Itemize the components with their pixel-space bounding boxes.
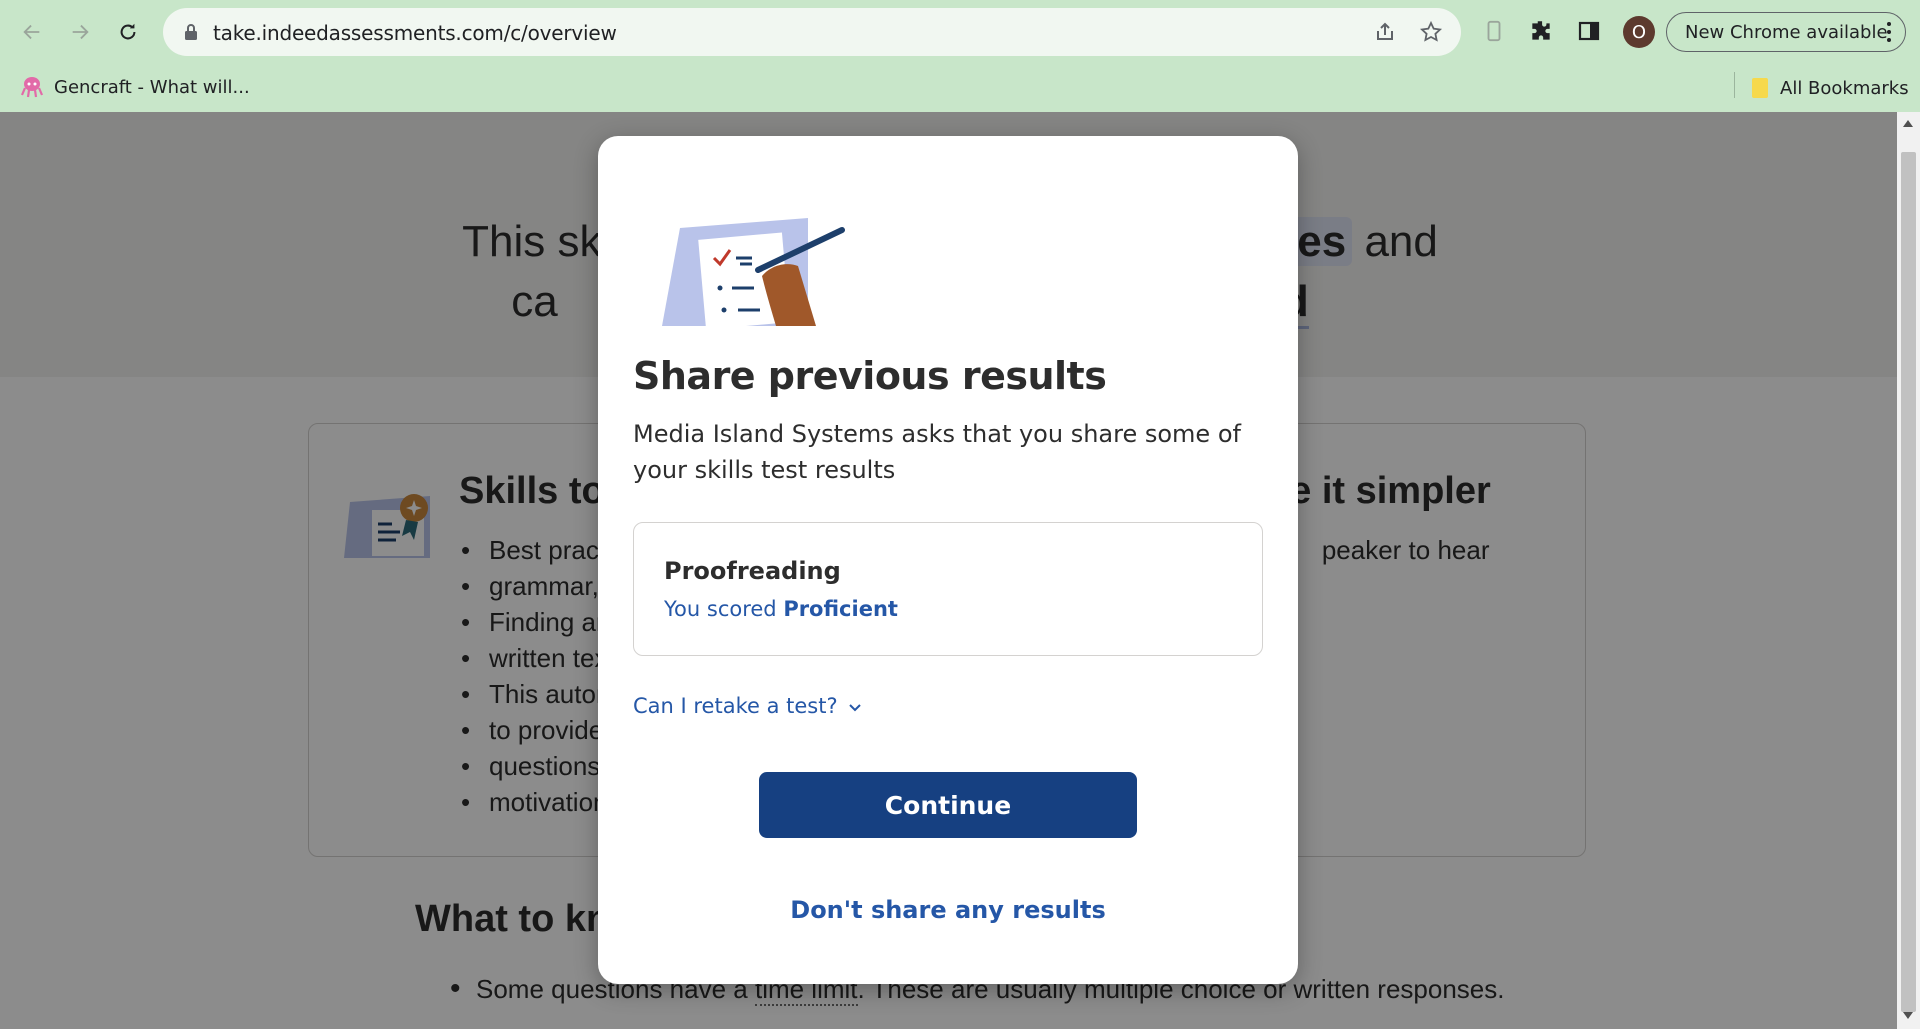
all-bookmarks-button[interactable]: All Bookmarks (1750, 76, 1909, 100)
profile-avatar[interactable]: O (1623, 16, 1655, 48)
chrome-update-button[interactable]: New Chrome available (1666, 12, 1906, 52)
menu-dots-icon[interactable] (1887, 22, 1893, 42)
bookmarks-separator (1734, 72, 1735, 98)
extensions-puzzle-icon[interactable] (1528, 18, 1554, 44)
result-card: Proofreading You scored Proficient (633, 522, 1263, 656)
scrollbar-thumb[interactable] (1901, 152, 1916, 1012)
share-icon[interactable] (1373, 20, 1397, 44)
share-results-dialog: Share previous results Media Island Syst… (598, 136, 1298, 984)
forward-arrow-icon (72, 24, 89, 40)
side-panel-icon[interactable] (1576, 18, 1602, 44)
octopus-icon (20, 77, 44, 98)
dont-share-button[interactable]: Don't share any results (598, 896, 1298, 924)
bookmarks-bar: Gencraft - What will... All Bookmarks (0, 64, 1920, 112)
retake-label: Can I retake a test? (633, 694, 838, 718)
lock-icon (185, 24, 197, 40)
phone-icon[interactable] (1481, 18, 1507, 44)
scroll-down-icon[interactable] (1903, 1012, 1913, 1019)
back-arrow-icon (23, 24, 40, 40)
continue-button[interactable]: Continue (759, 772, 1137, 838)
all-bookmarks-label: All Bookmarks (1780, 77, 1909, 99)
retake-faq-toggle[interactable]: Can I retake a test? (633, 694, 862, 718)
browser-toolbar: take.indeedassessments.com/c/overview O … (0, 0, 1920, 64)
reload-button[interactable] (110, 14, 146, 50)
result-score: You scored Proficient (664, 597, 898, 621)
chevron-down-icon (848, 704, 861, 712)
page-scrollbar[interactable] (1897, 112, 1920, 1029)
forward-button[interactable] (62, 14, 98, 50)
browser-chrome: take.indeedassessments.com/c/overview O … (0, 0, 1920, 112)
bookmark-gencraft[interactable]: Gencraft - What will... (20, 76, 250, 98)
score-level: Proficient (783, 597, 898, 621)
url-text: take.indeedassessments.com/c/overview (213, 21, 617, 45)
bookmark-label: Gencraft - What will... (54, 76, 250, 98)
back-button[interactable] (14, 14, 50, 50)
folder-icon (1752, 78, 1768, 98)
address-bar[interactable]: take.indeedassessments.com/c/overview (163, 8, 1461, 56)
scroll-up-icon[interactable] (1903, 120, 1913, 127)
update-label: New Chrome available (1685, 21, 1888, 43)
dialog-description: Media Island Systems asks that you share… (633, 420, 1241, 484)
bookmark-star-icon[interactable] (1419, 20, 1443, 44)
reload-icon (120, 23, 136, 40)
checklist-illustration-icon (662, 218, 845, 326)
dialog-title: Share previous results (633, 354, 1107, 398)
result-test-name: Proofreading (664, 557, 841, 585)
